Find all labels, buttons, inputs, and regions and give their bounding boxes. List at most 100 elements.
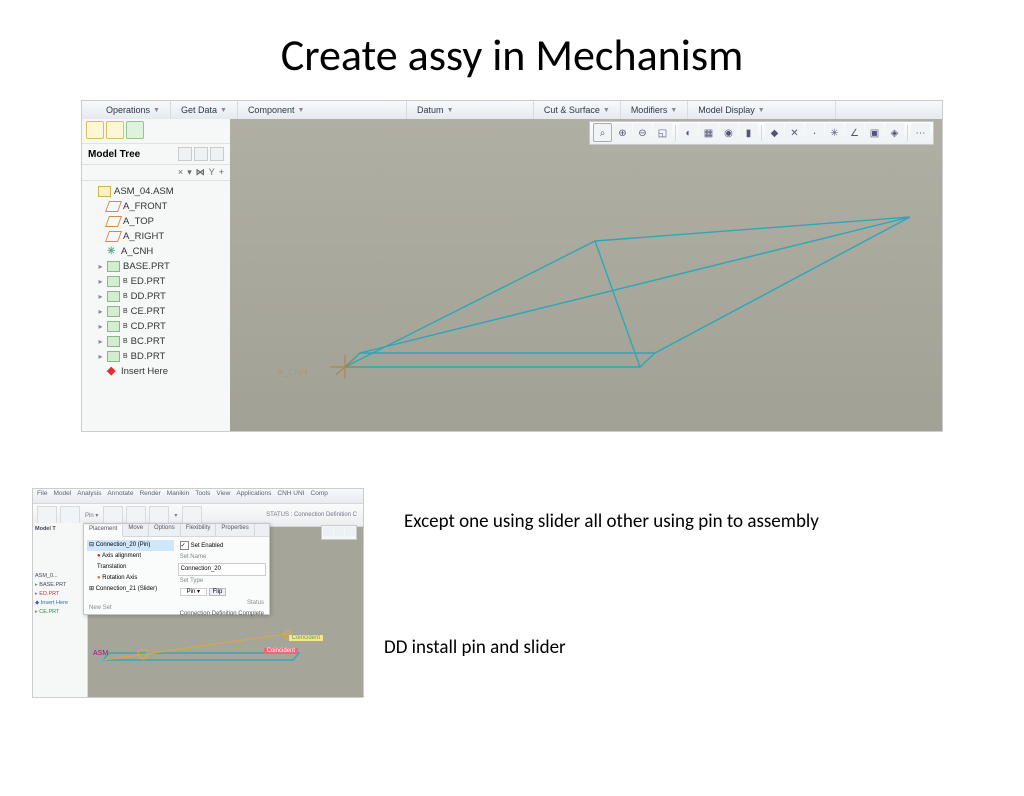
conn-item-slider[interactable]: ⊞ Connection_21 (Slider) — [87, 584, 174, 595]
tree-part-dd[interactable]: ▸BDD.PRT — [85, 289, 227, 304]
sec-tree-title: Model T — [35, 525, 85, 534]
menu-get-data[interactable]: Get Data▼ — [171, 101, 238, 119]
tree-csys[interactable]: ✳A_CNH — [85, 244, 227, 259]
sm-manikin[interactable]: Manikin — [167, 490, 189, 502]
secondary-view-toolbar — [321, 525, 357, 540]
tree-opt1-icon[interactable] — [178, 147, 192, 161]
tab-options[interactable]: Options — [149, 524, 181, 536]
viewport-toolbar: ⌕ ⊕ ⊖ ◱ ◐ ▦ ◉ ▮ ◆ ✕ · ✳ ∠ ▣ ◈ ⋯ — [589, 121, 934, 145]
menu-model-display[interactable]: Model Display▼ — [688, 101, 836, 119]
sv-more-icon[interactable] — [345, 527, 355, 536]
ribbon-btn4[interactable] — [126, 506, 146, 524]
ribbon-btn3[interactable] — [103, 506, 123, 524]
setname-input[interactable]: Connection_20 — [178, 563, 266, 576]
annot-icon[interactable]: ∠ — [845, 123, 864, 142]
folder-icon[interactable] — [86, 121, 104, 139]
tree-root[interactable]: ASM_04.ASM — [85, 184, 227, 199]
tree-opt2-icon[interactable] — [194, 147, 208, 161]
plane-icon[interactable]: ◆ — [765, 123, 784, 142]
tree-filter-row: ×▾⋈Y+ — [82, 165, 230, 181]
tree-part-ed[interactable]: ▸BED.PRT — [85, 274, 227, 289]
annotation-text-2: DD install pin and slider — [384, 636, 584, 660]
tree-datum-front[interactable]: A_FRONT — [85, 199, 227, 214]
placement-panel: Placement Move Options Flexibility Prope… — [83, 523, 270, 615]
tree-part-ce[interactable]: ▸BCE.PRT — [85, 304, 227, 319]
more-icon[interactable]: ⋯ — [911, 123, 930, 142]
tree-datum-top[interactable]: A_TOP — [85, 214, 227, 229]
orient-icon[interactable]: ◐ — [679, 123, 698, 142]
menu-operations[interactable]: Operations▼ — [96, 101, 171, 119]
views-icon[interactable]: ▦ — [699, 123, 718, 142]
zoom-in-icon[interactable]: ⊕ — [613, 123, 632, 142]
annotation-text-1: Except one using slider all other using … — [404, 510, 819, 533]
tree-part-cd[interactable]: ▸BCD.PRT — [85, 319, 227, 334]
sv-fit-icon[interactable] — [334, 527, 344, 536]
tree-datum-right[interactable]: A_RIGHT — [85, 229, 227, 244]
settype-label: Set Type — [178, 576, 266, 587]
tree-part-base[interactable]: ▸BASE.PRT — [85, 259, 227, 274]
sm-view[interactable]: View — [216, 490, 230, 502]
flip-button[interactable]: Flip — [209, 588, 227, 596]
sm-analysis[interactable]: Analysis — [77, 490, 101, 502]
ribbon-btn6[interactable] — [182, 506, 202, 524]
cad-secondary-window: File Model Analysis Annotate Render Mani… — [32, 488, 364, 698]
settype-select[interactable]: Pin ▾ — [180, 588, 207, 596]
display-icon[interactable]: ▣ — [865, 123, 884, 142]
tab-properties[interactable]: Properties — [216, 524, 254, 536]
sm-component[interactable]: Comp — [311, 490, 328, 502]
menu-cut-surface[interactable]: Cut & Surface▼ — [534, 101, 621, 119]
zoom-out-icon[interactable]: ⊖ — [633, 123, 652, 142]
sm-tools[interactable]: Tools — [195, 490, 210, 502]
model-tree-panel: Model Tree ×▾⋈Y+ ASM_04.ASM A_FRONT A_TO… — [82, 119, 231, 431]
tab-move[interactable]: Move — [123, 524, 149, 536]
zoom-window-icon[interactable]: ◱ — [653, 123, 672, 142]
style-icon[interactable]: ◈ — [885, 123, 904, 142]
axis-alignment[interactable]: ● Axis alignment — [87, 551, 174, 562]
axis-icon[interactable]: ✕ — [785, 123, 804, 142]
sec-tree-base[interactable]: ▸ BASE.PRT — [35, 581, 85, 590]
menu-component[interactable]: Component▼ — [238, 101, 407, 119]
save-view-icon[interactable]: ◉ — [719, 123, 738, 142]
sm-model[interactable]: Model — [53, 490, 71, 502]
panel-tabs: Placement Move Options Flexibility Prope… — [84, 524, 269, 537]
sm-file[interactable]: File — [37, 490, 47, 502]
sm-render[interactable]: Render — [139, 490, 160, 502]
ribbon-btn2[interactable] — [60, 506, 80, 524]
sm-applications[interactable]: Applications — [236, 490, 271, 502]
tab-placement[interactable]: Placement — [84, 525, 123, 537]
sec-tree-ed[interactable]: ▸ ED.PRT — [35, 590, 85, 599]
point-icon[interactable]: · — [805, 123, 824, 142]
chart-icon[interactable]: ▮ — [739, 123, 758, 142]
sm-annotate[interactable]: Annotate — [107, 490, 133, 502]
sm-cnh[interactable]: CNH UNI — [277, 490, 304, 502]
panel-icon-row — [82, 119, 230, 144]
menu-datum[interactable]: Datum▼ — [407, 101, 534, 119]
tree-part-bd[interactable]: ▸BBD.PRT — [85, 349, 227, 364]
set-enabled-check[interactable]: ✓Set Enabled — [178, 540, 266, 552]
conn-item-pin[interactable]: ⊟ Connection_20 (Pin) — [87, 540, 174, 551]
translation[interactable]: Translation — [87, 562, 174, 573]
ribbon-btn5[interactable] — [149, 506, 169, 524]
tree-part-bc[interactable]: ▸BBC.PRT — [85, 334, 227, 349]
sv-zoom-icon[interactable] — [323, 527, 333, 536]
folder3-icon[interactable] — [126, 121, 144, 139]
ribbon-btn1[interactable] — [37, 506, 57, 524]
sec-tree-insert[interactable]: ◆ Insert Here — [35, 599, 85, 608]
setname-label: Set Name — [178, 552, 266, 563]
constraint-label-1: Coincident — [289, 635, 323, 641]
rotation-axis[interactable]: ● Rotation Axis — [87, 573, 174, 584]
sec-tree-ce[interactable]: ▸ CE.PRT — [35, 608, 85, 617]
tree-insert-here[interactable]: ◆Insert Here — [85, 364, 227, 379]
tree-opt3-icon[interactable] — [210, 147, 224, 161]
secondary-tree-panel: Model T ASM_0... ▸ BASE.PRT ▸ ED.PRT ◆ I… — [33, 523, 88, 697]
csys-icon[interactable]: ✳ — [825, 123, 844, 142]
folder2-icon[interactable] — [106, 121, 124, 139]
slide-title: Create assy in Mechanism — [0, 28, 1024, 82]
menu-modifiers[interactable]: Modifiers▼ — [621, 101, 688, 119]
main-viewport[interactable]: ⌕ ⊕ ⊖ ◱ ◐ ▦ ◉ ▮ ◆ ✕ · ✳ ∠ ▣ ◈ ⋯ — [230, 119, 942, 431]
model-tree[interactable]: ASM_04.ASM A_FRONT A_TOP A_RIGHT ✳A_CNH … — [82, 181, 230, 382]
zoom-fit-icon[interactable]: ⌕ — [593, 123, 612, 142]
tab-flexibility[interactable]: Flexibility — [181, 524, 217, 536]
main-menubar: Operations▼ Get Data▼ Component▼ Datum▼ … — [82, 101, 942, 120]
sec-tree-root[interactable]: ASM_0... — [35, 572, 85, 581]
